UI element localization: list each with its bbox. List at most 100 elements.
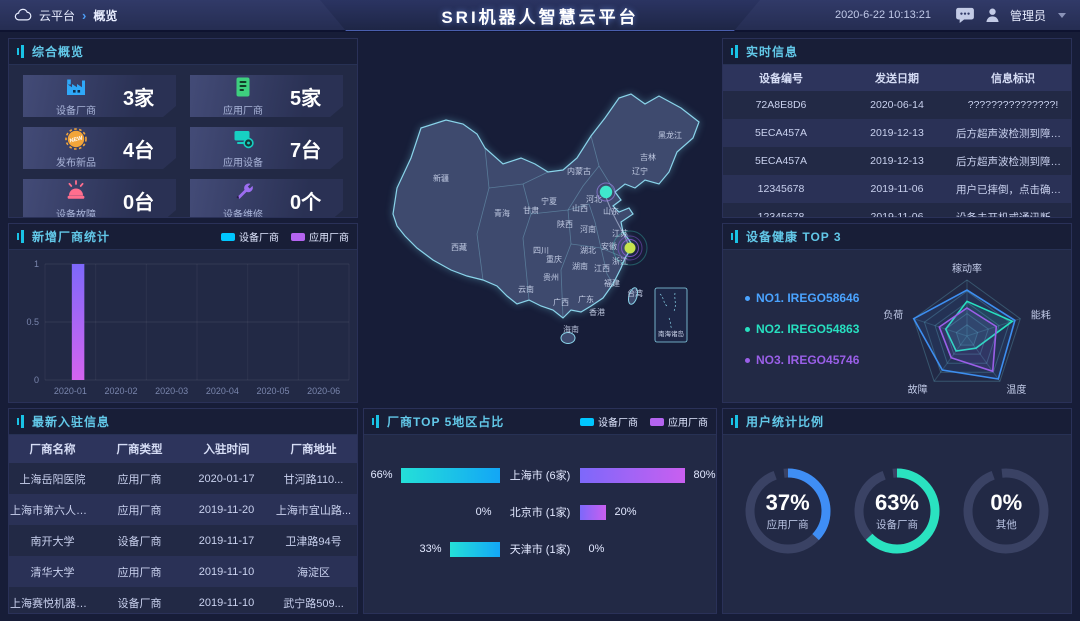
province-label-福建: 福建 (604, 278, 620, 288)
column-header: 发送日期 (839, 65, 955, 91)
table-cell: 上海岳阳医院 (9, 463, 96, 494)
stat-value: 4台 (123, 134, 154, 163)
donut-应用厂商: 37% 应用厂商 (740, 463, 836, 559)
device-vendor-pct: 66% (370, 469, 392, 481)
app-vendor-bar (580, 468, 685, 483)
legend-item[interactable]: 设备厂商 (580, 414, 638, 429)
table-cell: 应用厂商 (96, 463, 183, 494)
table-cell: 应用厂商 (96, 494, 183, 525)
app-vendor-icon (231, 75, 255, 99)
province-label-台湾: 台湾 (627, 288, 643, 298)
table-cell: 甘河路110... (270, 463, 357, 494)
table-row: 72A8E8D62020-06-14???????????????! (723, 91, 1071, 119)
panel-vendor-chart: 新增厂商统计 设备厂商 应用厂商 0 0.5 12020-012020-0220… (8, 223, 358, 403)
health-radar-chart: 稼动率能耗温度故障负荷 (871, 250, 1071, 403)
table-row: 上海赛悦机器人科...设备厂商2019-11-10武宁路509... (9, 587, 357, 614)
map-marker-east[interactable] (625, 243, 636, 254)
donut-label: 设备厂商 (876, 517, 918, 532)
province-label-海南: 海南 (563, 324, 579, 334)
table-cell: 南开大学 (9, 525, 96, 556)
province-label-青海: 青海 (494, 208, 510, 218)
table-cell: 5ECA457A (723, 119, 839, 147)
province-label-宁夏: 宁夏 (541, 196, 557, 206)
panel-users: 用户统计比例 37% 应用厂商 63% 设备厂商 (722, 408, 1072, 614)
legend-item[interactable]: 应用厂商 (291, 229, 349, 244)
province-label-山东: 山东 (603, 206, 619, 216)
app-title: SRI机器人智慧云平台 (441, 3, 638, 28)
table-cell: 2019-11-10 (183, 556, 270, 587)
bullet-dot-icon (745, 296, 750, 301)
table-cell: 后方超声波检测到障碍物 (955, 119, 1071, 147)
panel-vendor-chart-title: 新增厂商统计 (32, 228, 110, 245)
column-header: 设备编号 (723, 65, 839, 91)
map-marker-north[interactable] (600, 186, 612, 198)
username[interactable]: 管理员 (1010, 7, 1046, 24)
column-header: 厂商类型 (96, 435, 183, 463)
health-rank-item[interactable]: NO2. IREGO54863 (745, 322, 871, 336)
panel-region-top5: 厂商TOP 5地区占比 设备厂商 应用厂商 66% 上海市 (6家) 80% 0… (363, 408, 717, 614)
cloud-icon (14, 8, 32, 22)
hainan-island (561, 333, 575, 344)
fault-alarm-icon (64, 179, 88, 203)
stat-icon-block: 设备故障 (49, 179, 103, 218)
legend-item[interactable]: 设备厂商 (221, 229, 279, 244)
table-cell: 设备未开机或通讯断开，请检查设备情况! (955, 203, 1071, 218)
stat-label: 应用厂商 (223, 102, 263, 117)
province-label-湖南: 湖南 (572, 261, 588, 271)
stat-value: 0个 (290, 186, 321, 215)
x-tick-label: 2020-01 (54, 386, 87, 396)
table-cell: 2020-01-17 (183, 463, 270, 494)
region-right-bar-group: 20% (580, 505, 716, 520)
table-cell: 2020-06-14 (839, 91, 955, 119)
table-cell: 2019-11-20 (183, 494, 270, 525)
donut-percentage: 37% (766, 490, 810, 516)
user-ratio-donuts: 37% 应用厂商 63% 设备厂商 0% 其他 (723, 435, 1071, 559)
caret-down-icon[interactable] (1058, 13, 1066, 18)
breadcrumb-current[interactable]: 概览 (93, 7, 117, 24)
column-header: 入驻时间 (183, 435, 270, 463)
stat-label: 设备厂商 (56, 102, 96, 117)
stat-icon-block: 设备维修 (216, 179, 270, 218)
bullet-dot-icon (745, 358, 750, 363)
top-header-bar: SRI机器人智慧云平台 云平台 › 概览 2020-6-22 10:13:21 … (0, 0, 1080, 32)
message-icon[interactable] (955, 7, 975, 23)
user-avatar-icon[interactable] (985, 7, 1000, 23)
region-row: 33% 天津市 (1家) 0% (364, 541, 716, 557)
panel-users-titlebar: 用户统计比例 (723, 409, 1071, 435)
bar-应用厂商-2020-01 (72, 264, 85, 380)
legend-swatch (650, 418, 664, 426)
table-cell: 上海市第六人民医... (9, 494, 96, 525)
legend-item[interactable]: 应用厂商 (650, 414, 708, 429)
table-row: 123456782019-11-06设备未开机或通讯断开，请检查设备情况! (723, 203, 1071, 218)
x-tick-label: 2020-06 (307, 386, 340, 396)
panel-title-icon (17, 45, 26, 58)
table-cell: 设备厂商 (96, 587, 183, 614)
table-cell: 2019-11-10 (183, 587, 270, 614)
table-cell: 后方超声波检测到障碍物 (955, 147, 1071, 175)
panel-overview: 综合概览 设备厂商 3家 应用厂商 5家 NEW 发布新品 4台 应用设备 7台 (8, 38, 358, 218)
region-chart-legend: 设备厂商 应用厂商 (580, 414, 708, 429)
stat-card-repair-wrench: 设备维修 0个 (190, 179, 343, 218)
app-vendor-pct: 20% (614, 506, 636, 518)
table-cell: 5ECA457A (723, 147, 839, 175)
health-rank-item[interactable]: NO3. IREGO45746 (745, 353, 871, 367)
table-cell: 应用厂商 (96, 556, 183, 587)
y-tick-label: 0.5 (26, 317, 39, 327)
province-label-安徽: 安徽 (601, 241, 617, 251)
panel-vendor-chart-titlebar: 新增厂商统计 设备厂商 应用厂商 (9, 224, 357, 250)
stat-card-fault-alarm: 设备故障 0台 (23, 179, 176, 218)
donut-label: 其他 (996, 517, 1017, 532)
panel-title-icon (372, 415, 381, 428)
health-rank-item[interactable]: NO1. IREGO58646 (745, 291, 871, 305)
province-label-云南: 云南 (518, 284, 534, 294)
y-tick-label: 1 (34, 259, 39, 269)
province-label-湖北: 湖北 (580, 246, 596, 255)
table-cell: 12345678 (723, 175, 839, 203)
panel-latest: 最新入驻信息 厂商名称厂商类型入驻时间厂商地址上海岳阳医院应用厂商2020-01… (8, 408, 358, 614)
panel-realtime-titlebar: 实时信息 (723, 39, 1071, 65)
radar-axis-label: 负荷 (883, 308, 903, 321)
stat-value: 5家 (290, 82, 321, 111)
breadcrumb-root[interactable]: 云平台 (39, 7, 75, 24)
table-cell: 上海赛悦机器人科... (9, 587, 96, 614)
stat-label: 设备故障 (56, 206, 96, 218)
